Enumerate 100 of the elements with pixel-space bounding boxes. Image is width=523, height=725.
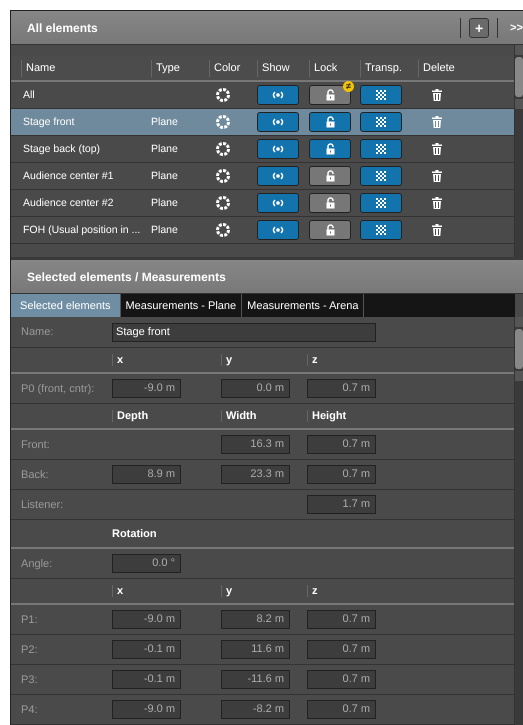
value-field[interactable]: 0.7 m (307, 610, 376, 629)
checker-icon (376, 198, 386, 208)
padlock-icon (326, 116, 334, 128)
value-field[interactable]: 0.7 m (307, 465, 376, 484)
column-header[interactable]: Lock (309, 60, 360, 76)
transparency-toggle[interactable] (360, 139, 402, 159)
column-header[interactable]: Transp. (360, 60, 418, 76)
value-field[interactable]: 0.0 m (221, 379, 290, 398)
element-type: Plane (151, 143, 179, 155)
field-label: P4: (20, 704, 39, 716)
lock-toggle[interactable] (309, 85, 351, 105)
column-header: Width (221, 410, 256, 422)
lock-toggle[interactable] (309, 112, 351, 132)
value-field[interactable]: 0.7 m (307, 670, 376, 689)
table-row[interactable]: Audience center #2 Plane (11, 190, 514, 217)
color-wheel-icon[interactable] (216, 88, 230, 102)
value-field[interactable]: -9.0 m (112, 610, 181, 629)
column-header: z (307, 584, 318, 596)
transparency-toggle[interactable] (360, 166, 402, 186)
trash-icon[interactable] (432, 197, 442, 209)
column-header: y (221, 584, 232, 596)
lock-toggle[interactable] (309, 220, 351, 240)
section-heading: Rotation (112, 528, 158, 540)
color-wheel-icon[interactable] (216, 142, 230, 156)
column-header: x (112, 354, 124, 366)
color-wheel-icon[interactable] (216, 196, 230, 210)
column-header[interactable]: Name (21, 60, 151, 76)
lock-toggle[interactable] (309, 193, 351, 213)
transparency-toggle[interactable] (360, 112, 402, 132)
field-label: Listener: (20, 498, 64, 510)
value-field[interactable]: 8.9 m (112, 465, 181, 484)
checker-icon (376, 90, 386, 100)
value-field[interactable]: -0.1 m (112, 640, 181, 659)
table-row[interactable]: FOH (Usual position in ... Plane (11, 217, 514, 244)
field-label: Front: (20, 438, 51, 450)
element-name: Audience center #1 (22, 170, 114, 182)
padlock-icon (326, 143, 334, 155)
table-row[interactable]: Audience center #1 Plane (11, 163, 514, 190)
field-label: P0 (front, cntr): (20, 382, 96, 394)
value-field[interactable]: -0.1 m (112, 670, 181, 689)
value-field[interactable]: 11.6 m (221, 640, 290, 659)
value-field[interactable]: 1.7 m (307, 495, 376, 514)
trash-icon[interactable] (432, 170, 442, 182)
add-button[interactable]: + (469, 18, 490, 38)
checker-icon (376, 225, 386, 235)
column-header[interactable]: Color (209, 60, 257, 76)
element-name: Audience center #2 (22, 197, 114, 209)
show-toggle[interactable] (257, 112, 299, 132)
value-field[interactable]: 0.7 m (307, 435, 376, 454)
show-toggle[interactable] (257, 85, 299, 105)
scrollbar[interactable] (514, 317, 523, 725)
trash-icon[interactable] (432, 89, 442, 101)
name-field[interactable]: Stage front (112, 322, 376, 342)
transparency-toggle[interactable] (360, 193, 402, 213)
tab[interactable]: Selected elements (11, 294, 120, 317)
trash-icon[interactable] (432, 143, 442, 155)
value-field[interactable]: 0.7 m (307, 700, 376, 719)
value-field[interactable]: 0.0 ° (112, 554, 181, 573)
value-field[interactable]: -11.6 m (221, 670, 290, 689)
expand-button[interactable]: >> (510, 22, 523, 34)
color-wheel-icon[interactable] (216, 223, 230, 237)
show-toggle[interactable] (257, 166, 299, 186)
checker-icon (376, 144, 386, 154)
show-toggle[interactable] (257, 220, 299, 240)
field-label: Name: (20, 326, 54, 338)
color-wheel-icon[interactable] (216, 169, 230, 183)
column-header[interactable]: Type (151, 60, 209, 76)
lock-toggle[interactable] (309, 166, 351, 186)
value-field[interactable]: 16.3 m (221, 435, 290, 454)
value-field[interactable]: 8.2 m (221, 610, 290, 629)
checker-icon (376, 171, 386, 181)
column-header: x (112, 584, 124, 596)
transparency-toggle[interactable] (360, 85, 402, 105)
eye-icon (272, 145, 284, 153)
column-header[interactable]: Show (257, 60, 309, 76)
value-field[interactable]: -9.0 m (112, 379, 181, 398)
table-row[interactable]: Stage front Plane (11, 109, 514, 136)
panel-title: Selected elements / Measurements (27, 270, 227, 284)
eye-icon (272, 199, 284, 207)
scrollbar[interactable] (514, 45, 523, 257)
element-name: Stage back (top) (22, 143, 102, 155)
element-name: Stage front (22, 116, 76, 128)
show-toggle[interactable] (257, 139, 299, 159)
transparency-toggle[interactable] (360, 220, 402, 240)
show-toggle[interactable] (257, 193, 299, 213)
mixed-badge: ≠ (343, 81, 354, 92)
value-field[interactable]: 23.3 m (221, 465, 290, 484)
element-name: All (22, 89, 36, 101)
field-label: Back: (20, 468, 50, 480)
value-field[interactable]: 0.7 m (307, 640, 376, 659)
trash-icon[interactable] (432, 224, 442, 236)
lock-toggle[interactable] (309, 139, 351, 159)
value-field[interactable]: 0.7 m (307, 379, 376, 398)
column-header: z (307, 354, 318, 366)
table-row[interactable]: Stage back (top) Plane (11, 136, 514, 163)
field-label: P3: (20, 674, 39, 686)
element-name: FOH (Usual position in ... (22, 224, 142, 236)
color-wheel-icon[interactable] (216, 115, 230, 129)
value-field[interactable]: -8.2 m (221, 700, 290, 719)
value-field[interactable]: -9.0 m (112, 700, 181, 719)
